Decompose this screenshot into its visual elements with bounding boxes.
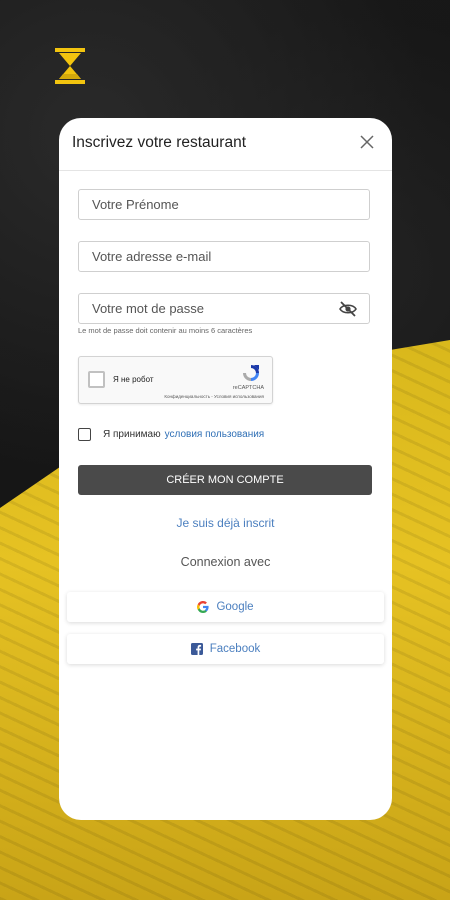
- first-name-field[interactable]: Votre Prénome: [78, 189, 370, 220]
- password-field[interactable]: Votre mot de passe: [78, 293, 370, 324]
- signup-card: Inscrivez votre restaurant Votre Prénome…: [59, 118, 392, 820]
- terms-link[interactable]: условия пользования: [165, 429, 265, 440]
- email-placeholder: Votre adresse e-mail: [92, 249, 212, 264]
- google-label: Google: [216, 601, 254, 613]
- hourglass-logo-icon: [55, 48, 85, 84]
- terms-checkbox[interactable]: [78, 428, 91, 441]
- password-placeholder: Votre mot de passe: [92, 301, 205, 316]
- card-title: Inscrivez votre restaurant: [72, 134, 247, 151]
- google-button[interactable]: Google: [67, 592, 384, 622]
- password-hint: Le mot de passe doit contenir au moins 6…: [78, 326, 253, 335]
- recaptcha-links[interactable]: Конфиденциальность - Условия использован…: [164, 394, 264, 399]
- already-registered-link[interactable]: Je suis déjà inscrit: [59, 516, 392, 530]
- connect-with-label: Connexion avec: [180, 555, 271, 569]
- eye-off-icon[interactable]: [339, 301, 357, 317]
- terms-prefix: Я принимаю: [103, 429, 161, 440]
- recaptcha-label: Я не робот: [113, 375, 154, 384]
- first-name-placeholder: Votre Prénome: [92, 197, 179, 212]
- email-field[interactable]: Votre adresse e-mail: [78, 241, 370, 272]
- create-account-button[interactable]: CRÉER MON COMPTE: [78, 465, 372, 495]
- recaptcha-brand: reCAPTCHA: [232, 385, 264, 391]
- recaptcha-checkbox[interactable]: [88, 371, 105, 388]
- google-icon: [197, 601, 210, 613]
- facebook-icon: [190, 643, 203, 655]
- recaptcha-widget: Я не робот reCAPTCHA Конфиденциальность …: [78, 356, 273, 404]
- close-icon[interactable]: [360, 135, 374, 149]
- card-header: Inscrivez votre restaurant: [59, 118, 392, 171]
- facebook-button[interactable]: Facebook: [67, 634, 384, 664]
- facebook-label: Facebook: [209, 643, 261, 655]
- terms-row: Я принимаю условия пользования: [78, 428, 264, 441]
- recaptcha-icon: [243, 365, 259, 381]
